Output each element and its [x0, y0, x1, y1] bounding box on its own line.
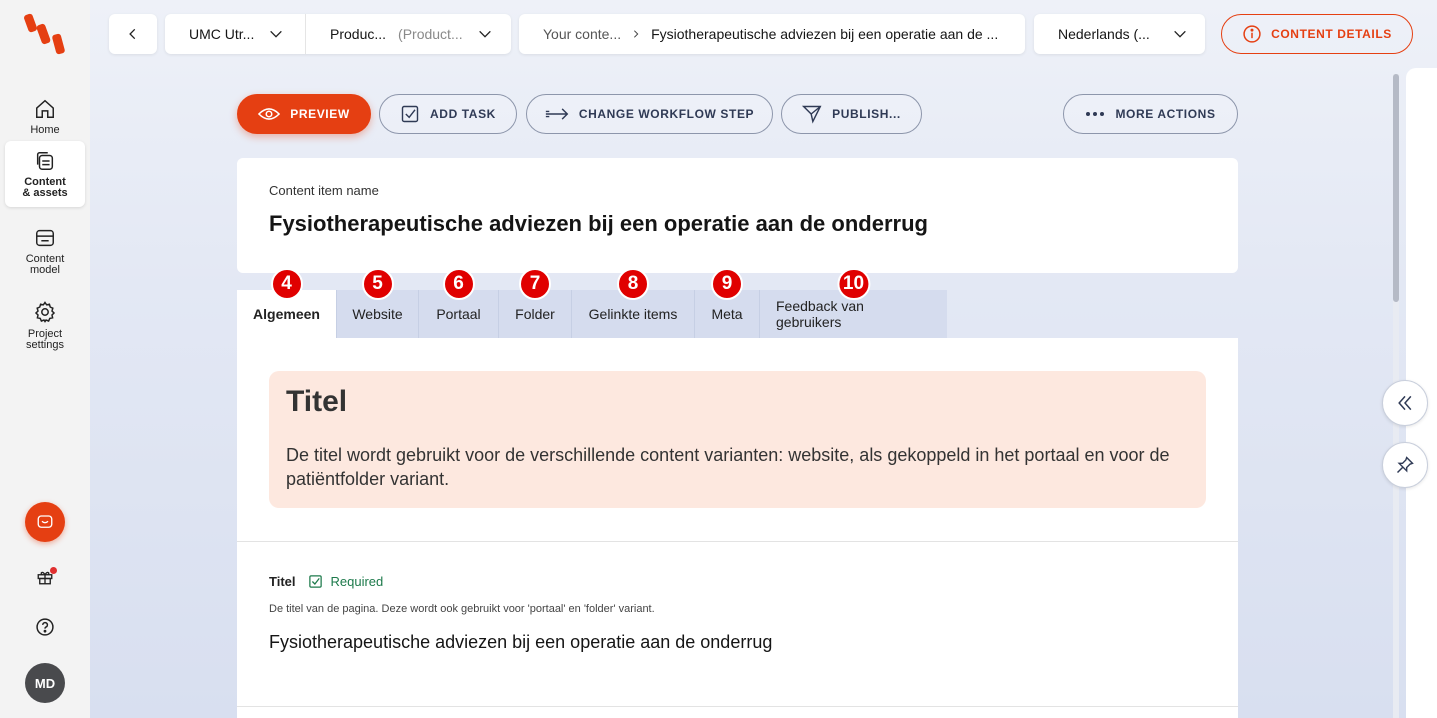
- pin-button[interactable]: [1382, 442, 1428, 488]
- nav-item-label: Home: [30, 124, 60, 136]
- arrow-right-icon: [545, 108, 569, 120]
- user-avatar[interactable]: MD: [25, 663, 65, 703]
- more-actions-button[interactable]: MORE ACTIONS: [1063, 94, 1238, 134]
- tab-feedback-van-gebruikers[interactable]: 10 Feedback van gebruikers: [760, 268, 947, 338]
- nav-item-label: Content model: [25, 252, 65, 276]
- field-label: Titel: [269, 574, 296, 589]
- language-selector[interactable]: Nederlands (...: [1034, 14, 1205, 54]
- tab-algemeen[interactable]: 4 Algemeen: [237, 268, 337, 338]
- step-badge: 4: [270, 268, 303, 300]
- environment-type: (Product...: [398, 26, 463, 42]
- chevron-down-icon: [270, 30, 283, 38]
- step-badge: 10: [836, 268, 871, 300]
- chevron-left-icon: [129, 28, 136, 40]
- environment-selector[interactable]: Produc... (Product...: [306, 14, 511, 54]
- content-assets-icon: [36, 151, 54, 170]
- double-chevron-left-icon: [1398, 395, 1412, 411]
- project-selector[interactable]: UMC Utr...: [165, 14, 305, 54]
- content-item-name-card: Content item name Fysiotherapeutische ad…: [237, 158, 1238, 273]
- guidelines-box: Titel De titel wordt gebruikt voor de ve…: [269, 371, 1206, 508]
- nav-item-label: Project settings: [26, 327, 64, 351]
- title-field-header: Titel Required: [269, 574, 383, 589]
- content-group-tabs: 4 Algemeen 5 Website 6 Portaal 7 Folder …: [237, 268, 947, 338]
- tab-gelinkte-items[interactable]: 8 Gelinkte items: [572, 268, 695, 338]
- field-help-text: De titel van de pagina. Deze wordt ook g…: [269, 603, 655, 615]
- guidelines-title: Titel: [286, 385, 348, 418]
- tab-label: Feedback van gebruikers: [776, 298, 864, 330]
- add-task-button[interactable]: ADD TASK: [379, 94, 517, 134]
- tab-label: Website: [352, 306, 403, 322]
- tab-portaal[interactable]: 6 Portaal: [419, 268, 499, 338]
- breadcrumb: Your conte... Fysiotherapeutische adviez…: [519, 14, 1025, 54]
- title-field-input[interactable]: Fysiotherapeutische adviezen bij een ope…: [269, 632, 772, 653]
- step-badge: 8: [617, 268, 649, 300]
- gear-icon: [34, 300, 56, 323]
- pin-icon: [1396, 456, 1414, 474]
- content-details-button[interactable]: CONTENT DETAILS: [1221, 14, 1413, 54]
- step-badge: 6: [442, 268, 475, 300]
- add-task-label: ADD TASK: [430, 107, 496, 121]
- change-workflow-label: CHANGE WORKFLOW STEP: [578, 107, 755, 121]
- back-button[interactable]: [109, 14, 157, 54]
- info-icon: [1243, 25, 1261, 43]
- content-item-name[interactable]: Fysiotherapeutische adviezen bij een ope…: [269, 211, 928, 237]
- preview-label: PREVIEW: [290, 107, 350, 121]
- nav-item-project-settings[interactable]: Project settings: [5, 292, 85, 358]
- tab-website[interactable]: 5 Website: [337, 268, 419, 338]
- scrollbar-thumb[interactable]: [1393, 74, 1399, 302]
- step-badge: 5: [361, 268, 394, 300]
- notification-dot: [50, 567, 57, 574]
- expand-sidebar-button[interactable]: [1382, 380, 1428, 426]
- nav-item-content-model[interactable]: Content model: [5, 218, 85, 284]
- chevron-down-icon: [1174, 30, 1186, 38]
- tab-label: Folder: [515, 306, 555, 322]
- change-workflow-step-button[interactable]: CHANGE WORKFLOW STEP: [526, 94, 773, 134]
- paper-plane-icon: [802, 105, 822, 124]
- left-navigation: Home Content & assets Content model Proj…: [0, 0, 90, 718]
- content-model-icon: [36, 229, 54, 246]
- project-environment-selector: UMC Utr... Produc... (Product...: [165, 14, 511, 54]
- required-status: Required: [330, 574, 384, 589]
- tab-folder[interactable]: 7 Folder: [499, 268, 572, 338]
- step-badge: 7: [519, 268, 551, 300]
- chat-icon: [37, 515, 53, 528]
- environment-name: Produc...: [330, 26, 387, 42]
- help-icon[interactable]: [35, 617, 55, 637]
- eye-icon: [258, 108, 281, 120]
- chevron-right-icon: [634, 30, 639, 38]
- divider: [237, 706, 1238, 707]
- project-name: UMC Utr...: [189, 26, 255, 42]
- content-details-label: CONTENT DETAILS: [1271, 27, 1392, 41]
- nav-item-label: Content & assets: [22, 175, 68, 199]
- breadcrumb-current: Fysiotherapeutische adviezen bij een ope…: [651, 26, 999, 42]
- chevron-down-icon: [478, 30, 491, 38]
- content-item-name-label: Content item name: [269, 183, 379, 198]
- guidelines-text: De titel wordt gebruikt voor de verschil…: [286, 445, 1170, 489]
- tab-label: Algemeen: [253, 306, 320, 322]
- tab-meta[interactable]: 9 Meta: [695, 268, 760, 338]
- content-panel: Titel De titel wordt gebruikt voor de ve…: [237, 338, 1238, 718]
- language-name: Nederlands (...: [1058, 26, 1150, 42]
- tab-label: Gelinkte items: [588, 306, 678, 322]
- publish-button[interactable]: PUBLISH...: [781, 94, 922, 134]
- publish-label: PUBLISH...: [832, 107, 901, 121]
- feedback-chat-button[interactable]: [25, 502, 65, 542]
- required-check-icon: [308, 575, 322, 588]
- kontent-logo[interactable]: [23, 13, 66, 55]
- step-badge: 9: [711, 268, 743, 300]
- checkbox-icon: [401, 105, 419, 123]
- nav-item-content-assets[interactable]: Content & assets: [5, 141, 85, 207]
- tab-label: Meta: [711, 306, 743, 322]
- home-icon: [36, 99, 54, 118]
- preview-button[interactable]: PREVIEW: [237, 94, 371, 134]
- tab-label: Portaal: [436, 306, 481, 322]
- breadcrumb-root[interactable]: Your conte...: [543, 26, 621, 42]
- more-dots-icon: [1086, 112, 1105, 116]
- divider: [237, 541, 1238, 542]
- more-actions-label: MORE ACTIONS: [1115, 107, 1216, 121]
